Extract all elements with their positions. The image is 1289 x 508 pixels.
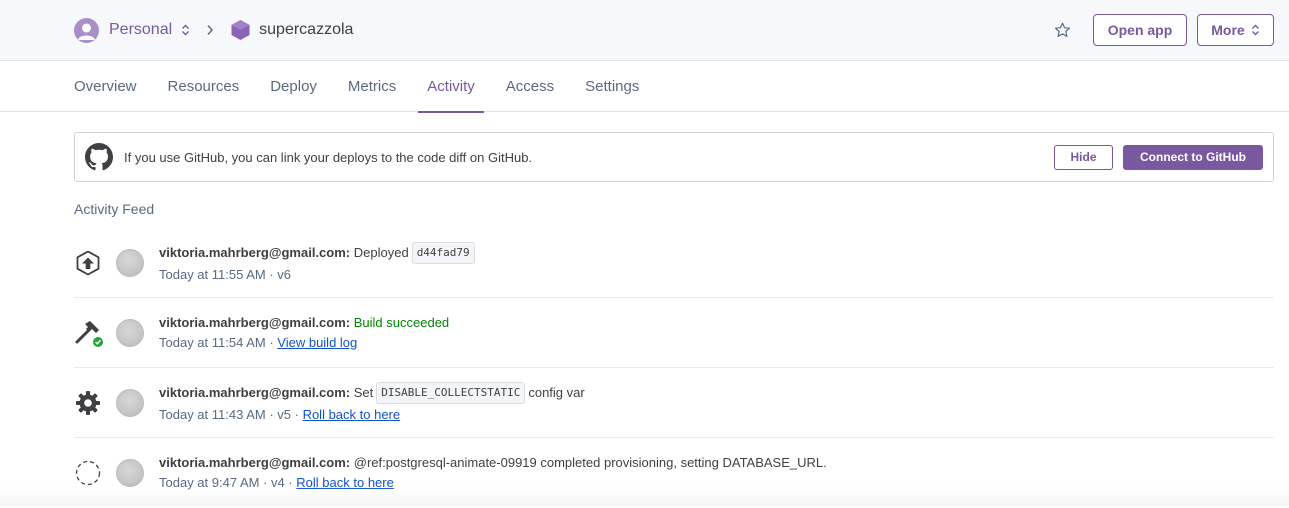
tab-resources[interactable]: Resources — [168, 61, 240, 112]
activity-time: Today at 11:55 AM · v6 — [159, 267, 291, 282]
activity-meta: Today at 11:55 AM · v6 — [159, 266, 478, 284]
addon-dashed-circle-icon — [74, 459, 102, 487]
activity-text: viktoria.mahrberg@gmail.com: Set DISABLE… — [159, 382, 585, 424]
more-button[interactable]: More — [1197, 14, 1274, 46]
activity-user: viktoria.mahrberg@gmail.com: — [159, 384, 350, 402]
avatar — [116, 319, 144, 347]
config-var-name: DISABLE_COLLECTSTATIC — [376, 382, 525, 404]
tab-access[interactable]: Access — [506, 61, 554, 112]
top-bar: Personal supercazzola Open app More — [0, 0, 1289, 61]
activity-text: viktoria.mahrberg@gmail.com: Build succe… — [159, 314, 449, 352]
avatar — [116, 459, 144, 487]
hexagon-app-icon — [230, 19, 251, 41]
activity-time: Today at 9:47 AM · v4 · — [159, 475, 296, 490]
commit-hash: d44fad79 — [412, 242, 475, 264]
gear-icon — [74, 389, 102, 417]
activity-action: Set — [354, 384, 374, 402]
user-avatar-icon[interactable] — [74, 18, 99, 43]
success-check-icon — [92, 336, 104, 348]
activity-time: Today at 11:43 AM · v5 · — [159, 407, 303, 422]
activity-user: viktoria.mahrberg@gmail.com: — [159, 244, 350, 262]
activity-user: viktoria.mahrberg@gmail.com: — [159, 454, 350, 472]
updown-chevron-icon — [1251, 24, 1260, 36]
activity-feed: viktoria.mahrberg@gmail.com: Deployed d4… — [74, 228, 1274, 508]
avatar — [116, 249, 144, 277]
avatar — [116, 389, 144, 417]
activity-text: viktoria.mahrberg@gmail.com: @ref:postgr… — [159, 454, 827, 492]
connect-to-github-button[interactable]: Connect to GitHub — [1123, 145, 1263, 170]
app-tabs: Overview Resources Deploy Metrics Activi… — [0, 61, 1289, 112]
activity-meta: Today at 9:47 AM · v4 · Roll back to her… — [159, 474, 827, 492]
tab-overview[interactable]: Overview — [74, 61, 137, 112]
roll-back-link[interactable]: Roll back to here — [296, 475, 394, 490]
activity-item: viktoria.mahrberg@gmail.com: Set DISABLE… — [74, 368, 1274, 438]
activity-summary: viktoria.mahrberg@gmail.com: Set DISABLE… — [159, 382, 585, 404]
open-app-button[interactable]: Open app — [1093, 14, 1187, 46]
build-hammer-icon — [74, 319, 102, 347]
activity-feed-title: Activity Feed — [74, 201, 154, 217]
banner-text: If you use GitHub, you can link your dep… — [124, 150, 532, 165]
activity-time: Today at 11:54 AM · — [159, 335, 277, 350]
github-icon — [85, 143, 113, 171]
activity-item: viktoria.mahrberg@gmail.com: Build succe… — [74, 298, 1274, 368]
banner-actions: Hide Connect to GitHub — [1054, 145, 1263, 170]
tab-deploy[interactable]: Deploy — [270, 61, 317, 112]
header-actions: Open app More — [1054, 14, 1274, 46]
activity-action-suffix: config var — [528, 384, 584, 402]
github-banner: If you use GitHub, you can link your dep… — [74, 132, 1274, 182]
tab-metrics[interactable]: Metrics — [348, 61, 396, 112]
account-switcher-label[interactable]: Personal — [109, 21, 172, 39]
hide-button[interactable]: Hide — [1054, 145, 1113, 170]
app-name[interactable]: supercazzola — [259, 21, 353, 39]
more-button-label: More — [1211, 22, 1244, 38]
view-build-log-link[interactable]: View build log — [277, 335, 357, 350]
star-icon[interactable] — [1054, 22, 1071, 38]
activity-meta: Today at 11:43 AM · v5 · Roll back to he… — [159, 406, 585, 424]
tab-activity[interactable]: Activity — [418, 61, 484, 112]
activity-meta: Today at 11:54 AM · View build log — [159, 334, 449, 352]
activity-summary: viktoria.mahrberg@gmail.com: Deployed d4… — [159, 242, 478, 264]
updown-chevron-icon[interactable] — [181, 24, 190, 36]
activity-text: viktoria.mahrberg@gmail.com: Deployed d4… — [159, 242, 478, 284]
build-status: Build succeeded — [354, 314, 449, 332]
roll-back-link[interactable]: Roll back to here — [303, 407, 401, 422]
activity-summary: viktoria.mahrberg@gmail.com: Build succe… — [159, 314, 449, 332]
activity-action: @ref:postgresql-animate-09919 completed … — [354, 454, 827, 472]
tab-settings[interactable]: Settings — [585, 61, 639, 112]
deploy-upload-icon — [74, 249, 102, 277]
activity-item: viktoria.mahrberg@gmail.com: @ref:postgr… — [74, 438, 1274, 508]
activity-item: viktoria.mahrberg@gmail.com: Deployed d4… — [74, 228, 1274, 298]
activity-user: viktoria.mahrberg@gmail.com: — [159, 314, 350, 332]
activity-summary: viktoria.mahrberg@gmail.com: @ref:postgr… — [159, 454, 827, 472]
chevron-right-icon — [206, 24, 214, 36]
activity-action: Deployed — [354, 244, 409, 262]
breadcrumb: Personal supercazzola — [74, 18, 353, 43]
